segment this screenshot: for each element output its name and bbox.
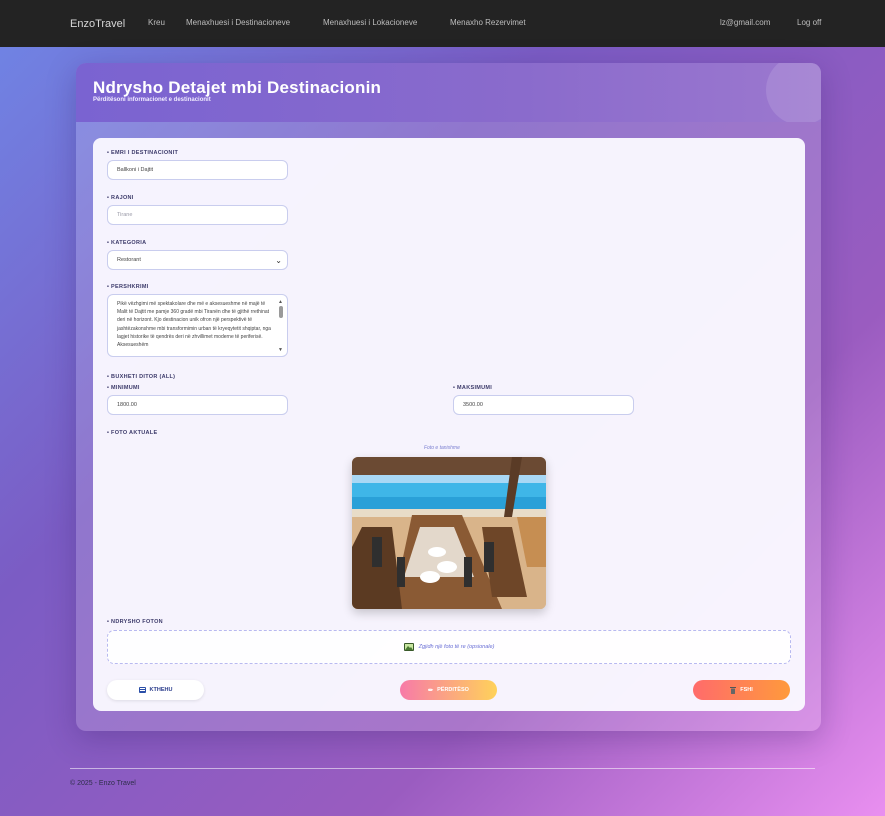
category-select[interactable]: Restorant ⌄	[107, 250, 288, 270]
description-label: • PERSHKRIMI	[107, 284, 149, 290]
region-input[interactable]: Tirane	[107, 205, 288, 225]
back-book-icon	[138, 687, 146, 693]
back-button-label: KTHEHU	[149, 687, 173, 693]
brand-link[interactable]: EnzoTravel	[70, 18, 125, 30]
footer-copyright: © 2025 - Enzo Travel	[70, 780, 136, 787]
nav-link-home[interactable]: Kreu	[148, 18, 165, 27]
nav-link-locations[interactable]: Menaxhuesi i Lokacioneve	[323, 18, 417, 27]
image-icon	[403, 643, 414, 651]
max-budget-input[interactable]: 3500.00	[453, 395, 634, 415]
category-label: • KATEGORIA	[107, 240, 147, 246]
photo-caption: Foto e tanishme	[424, 445, 460, 451]
footer-divider	[70, 768, 815, 769]
description-scrollbar[interactable]: ▲ ▼	[278, 298, 284, 353]
edit-destination-card: Ndrysho Detajet mbi Destinacionin Përdit…	[76, 63, 821, 731]
header-decoration	[766, 63, 821, 122]
min-budget-input[interactable]: 1800.00	[107, 395, 288, 415]
page-title: Ndrysho Detajet mbi Destinacionin	[93, 78, 382, 97]
name-input[interactable]: Ballkoni i Dajtit	[107, 160, 288, 180]
logoff-link[interactable]: Log off	[797, 18, 821, 27]
nav-link-reservations[interactable]: Menaxho Rezervimet	[450, 18, 526, 27]
description-text: Pikë vëzhgimi më spektakolare dhe më e a…	[117, 301, 271, 349]
max-label: • MAKSIMUMI	[453, 385, 493, 391]
card-header: Ndrysho Detajet mbi Destinacionin Përdit…	[76, 63, 821, 122]
nav-link-destinations[interactable]: Menaxhuesi i Destinacioneve	[186, 18, 290, 27]
budget-label: • BUXHETI DITOR (ALL)	[107, 374, 176, 380]
category-value: Restorant	[117, 257, 141, 263]
form-panel: • EMRI I DESTINACIONIT Ballkoni i Dajtit…	[93, 138, 805, 711]
navbar: EnzoTravel Kreu Menaxhuesi i Destinacion…	[0, 0, 885, 47]
chevron-down-icon: ⌄	[275, 256, 282, 265]
change-photo-label: • NDRYSHO FOTON	[107, 619, 163, 625]
update-button-label: PËRDITËSO	[437, 687, 469, 693]
update-button[interactable]: ✏ PËRDITËSO	[400, 680, 497, 700]
photo-upload-dropzone[interactable]: Zgjidh një foto të re (opsionale)	[107, 630, 791, 664]
trash-icon	[730, 686, 737, 694]
pencil-icon: ✏	[428, 687, 434, 694]
back-button[interactable]: KTHEHU	[107, 680, 204, 700]
user-email-link[interactable]: lz@gmail.com	[720, 18, 770, 27]
scroll-down-icon[interactable]: ▼	[278, 346, 283, 354]
min-label: • MINIMUMI	[107, 385, 140, 391]
current-destination-photo	[352, 457, 546, 609]
delete-button[interactable]: FSHI	[693, 680, 790, 700]
name-label: • EMRI I DESTINACIONIT	[107, 150, 179, 156]
region-label: • RAJONI	[107, 195, 134, 201]
description-textarea[interactable]: Pikë vëzhgimi më spektakolare dhe më e a…	[107, 294, 288, 357]
current-photo-label: • FOTO AKTUALE	[107, 430, 158, 436]
scroll-thumb[interactable]	[279, 306, 283, 318]
page-subtitle: Përditësoni informacionet e destinacioni…	[93, 97, 211, 103]
scroll-up-icon[interactable]: ▲	[278, 298, 283, 306]
delete-button-label: FSHI	[740, 687, 753, 693]
upload-text: Zgjidh një foto të re (opsionale)	[418, 644, 495, 650]
